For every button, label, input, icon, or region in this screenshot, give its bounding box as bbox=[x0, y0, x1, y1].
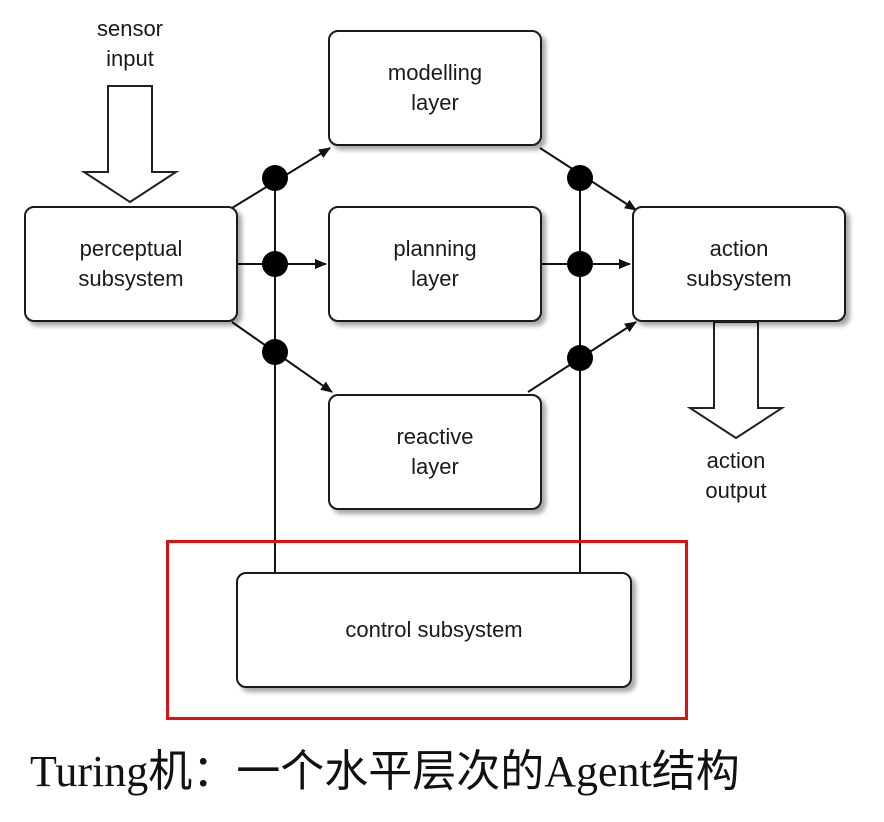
perceptual-subsystem-box: perceptual subsystem bbox=[24, 206, 238, 322]
action-output-arrow bbox=[686, 321, 786, 440]
junction-dot bbox=[567, 165, 593, 191]
action-output-label: action output bbox=[705, 448, 767, 503]
junction-dot bbox=[262, 339, 288, 365]
modelling-layer-box: modelling layer bbox=[328, 30, 542, 146]
junction-dot bbox=[262, 251, 288, 277]
sensor-input-arrow bbox=[80, 85, 180, 204]
reactive-layer-box: reactive layer bbox=[328, 394, 542, 510]
junction-dot bbox=[567, 251, 593, 277]
highlight-frame bbox=[166, 540, 688, 720]
junction-dot bbox=[567, 345, 593, 371]
sensor-input-label: sensor input bbox=[96, 16, 164, 71]
junction-dot bbox=[262, 165, 288, 191]
diagram-canvas: sensor input action output perceptual su… bbox=[0, 0, 884, 822]
figure-caption: Turing机：一个水平层次的Agent结构 bbox=[30, 747, 740, 796]
planning-layer-box: planning layer bbox=[328, 206, 542, 322]
action-subsystem-box: action subsystem bbox=[632, 206, 846, 322]
